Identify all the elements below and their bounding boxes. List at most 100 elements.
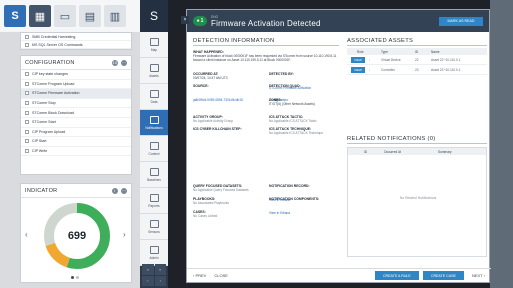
checkbox[interactable]	[25, 42, 29, 47]
severity-badge: ● 1	[193, 16, 207, 26]
sidebar-item-baselines[interactable]: Baselines	[140, 162, 168, 188]
checkbox[interactable]	[25, 110, 29, 115]
sidebar-item-data[interactable]: Data	[140, 84, 168, 110]
list-item[interactable]: STComm Program Upload	[21, 80, 131, 90]
list-item[interactable]: CIP Program Upload	[21, 128, 131, 138]
background-right	[490, 0, 513, 288]
checkbox[interactable]	[25, 129, 29, 134]
close-button[interactable]: CLOSE	[214, 273, 228, 278]
document-icon[interactable]: ▤	[79, 5, 101, 27]
notification-components-link[interactable]: View in Kibana	[269, 211, 290, 215]
clipboard-icon[interactable]: ▥	[104, 5, 126, 27]
app-logo[interactable]: S	[4, 5, 26, 27]
table-header: Role Type ID Name	[347, 48, 487, 55]
table-row[interactable]: VIEW ▫ Controller 23 Asset 23 *10.110.0.…	[347, 65, 487, 75]
list-item[interactable]: STComm Stop	[21, 99, 131, 109]
sidebar-item-notifications[interactable]: Notifications	[140, 110, 168, 136]
indicator-value: 699	[67, 230, 87, 242]
checkbox[interactable]	[25, 139, 29, 144]
prev-button[interactable]: ‹ PREV	[193, 273, 206, 278]
configuration-list: CIP key state changes STComm Program Uplo…	[21, 70, 131, 157]
view-button[interactable]: VIEW	[351, 56, 365, 63]
device-icon: ▫	[369, 57, 371, 62]
sidebar-item-map[interactable]: Map	[140, 32, 168, 58]
attack-tactic: ICS ATT&CK TACTIC: No Applicable ICS ATT…	[269, 115, 317, 123]
prev-arrow-icon[interactable]: ‹	[25, 230, 28, 239]
list-item[interactable]: SMB Credential Harvesting	[21, 33, 131, 41]
detection-information: DETECTION INFORMATION WHAT HAPPENED: Fir…	[193, 38, 339, 218]
checkbox[interactable]	[25, 120, 29, 125]
more-icon[interactable]: ⋯	[121, 187, 127, 194]
table-header: ID Occurred At Summary	[348, 148, 486, 155]
next-page-icon[interactable]: ›	[154, 275, 166, 286]
close-icon[interactable]: ×	[181, 16, 189, 24]
last-page-icon[interactable]: »	[154, 264, 166, 275]
view-button[interactable]: VIEW	[351, 66, 365, 73]
data-icon	[149, 89, 159, 98]
checkbox[interactable]	[25, 91, 29, 96]
baselines-icon	[149, 167, 159, 176]
kill-chain-step: ICS CYBER KILLCHAIN STEP:	[193, 127, 242, 131]
checkbox[interactable]	[25, 149, 29, 154]
related-notifications: RELATED NOTIFICATIONS (0) ID Occurred At…	[347, 136, 487, 257]
count-badge: 10	[112, 59, 118, 66]
notifications-icon	[149, 115, 159, 124]
dot[interactable]	[76, 276, 79, 279]
info-icon[interactable]: i	[112, 187, 118, 194]
sidebar-item-reports[interactable]: Reports	[140, 188, 168, 214]
sidebar-logo[interactable]: S	[140, 0, 168, 32]
list-item[interactable]: CIP Start	[21, 137, 131, 147]
empty-state: No Related Notifications	[399, 196, 437, 200]
nav-sidebar: S Map Assets Data Notifications Context Basel…	[140, 0, 168, 288]
assets-table: Role Type ID Name VIEW ▫ Virtual Device …	[347, 48, 487, 75]
list-item[interactable]: STComm Start	[21, 118, 131, 128]
mark-as-read-button[interactable]: MARK AS READ	[439, 16, 483, 26]
next-arrow-icon[interactable]: ›	[123, 230, 126, 239]
list-item[interactable]: STComm Firmware Activation	[21, 89, 131, 99]
sidebar-item-sensors[interactable]: Sensors	[140, 214, 168, 240]
shield-icon: ●	[196, 18, 200, 24]
create-case-button[interactable]: CREATE CASE	[422, 271, 464, 280]
create-rule-button[interactable]: CREATE A RULE	[374, 271, 419, 280]
modal-header: ● 1 DNO Firmware Activation Detected MARK…	[187, 10, 489, 32]
modal-footer: ‹ PREV CLOSE CREATE A RULE CREATE CASE N…	[187, 268, 491, 282]
checkbox[interactable]	[25, 72, 29, 77]
sidebar-item-context[interactable]: Context	[140, 136, 168, 162]
list-item[interactable]: CIP key state changes	[21, 70, 131, 80]
playbooks: PLAYBOOKS: No Associated Playbooks	[193, 197, 229, 205]
list-item[interactable]: MS SQL Server OS Commands	[21, 41, 131, 49]
configuration-panel: CONFIGURATION 10 ⋯ CIP key state changes S…	[20, 55, 132, 175]
sidebar-item-assets[interactable]: Assets	[140, 58, 168, 84]
map-icon	[149, 37, 159, 46]
more-icon[interactable]: ⋯	[121, 59, 127, 66]
checkbox[interactable]	[25, 34, 29, 39]
notification-components: NOTIFICATION COMPONENTS: View in Kibana	[269, 197, 320, 215]
first-page-icon[interactable]: «	[142, 264, 154, 275]
associated-assets-title: ASSOCIATED ASSETS	[347, 38, 487, 46]
associated-assets: ASSOCIATED ASSETS Role Type ID Name VIEW…	[347, 38, 487, 257]
modal-title: Firmware Activation Detected	[211, 18, 321, 28]
prev-page-icon[interactable]: ‹	[142, 275, 154, 286]
assets-icon	[149, 63, 159, 72]
configuration-header: CONFIGURATION 10 ⋯	[21, 56, 131, 70]
zones: ZONES: IT/OT(6) (Other Network Assets)	[269, 98, 315, 106]
top-list-panel: SMB Credential Harvesting MS SQL Server …	[20, 32, 132, 50]
cases: CASES: No Cases Linked	[193, 210, 218, 218]
what-happened: WHAT HAPPENED: Firmware Activation of bl…	[193, 50, 339, 62]
table-row[interactable]: VIEW ▫ Virtual Device 22 Asset 22 *10.11…	[347, 55, 487, 65]
monitor-icon[interactable]: ▭	[54, 5, 76, 27]
notification-modal: × ● 1 DNO Firmware Activation Detected MA…	[181, 9, 491, 283]
configuration-title: CONFIGURATION	[25, 59, 75, 66]
source-link[interactable]: ja8f4f9d4-9059-0894-7301b9cdb15	[193, 98, 243, 102]
dot-active[interactable]	[71, 276, 74, 279]
what-happened-text: Firmware Activation of block 0000001F ha…	[193, 54, 337, 63]
checkbox[interactable]	[25, 101, 29, 106]
indicator-gauge: 699	[41, 200, 113, 272]
indicator-panel: INDICATOR i ⋯ ‹ 699 ›	[20, 183, 132, 283]
list-item[interactable]: STComm Block Download	[21, 108, 131, 118]
next-button[interactable]: NEXT ›	[472, 273, 485, 278]
list-item[interactable]: CIP Write	[21, 147, 131, 157]
checkbox[interactable]	[25, 81, 29, 86]
app-topbar: S ▦ ▭ ▤ ▥	[0, 0, 140, 32]
grid-icon[interactable]: ▦	[29, 5, 51, 27]
